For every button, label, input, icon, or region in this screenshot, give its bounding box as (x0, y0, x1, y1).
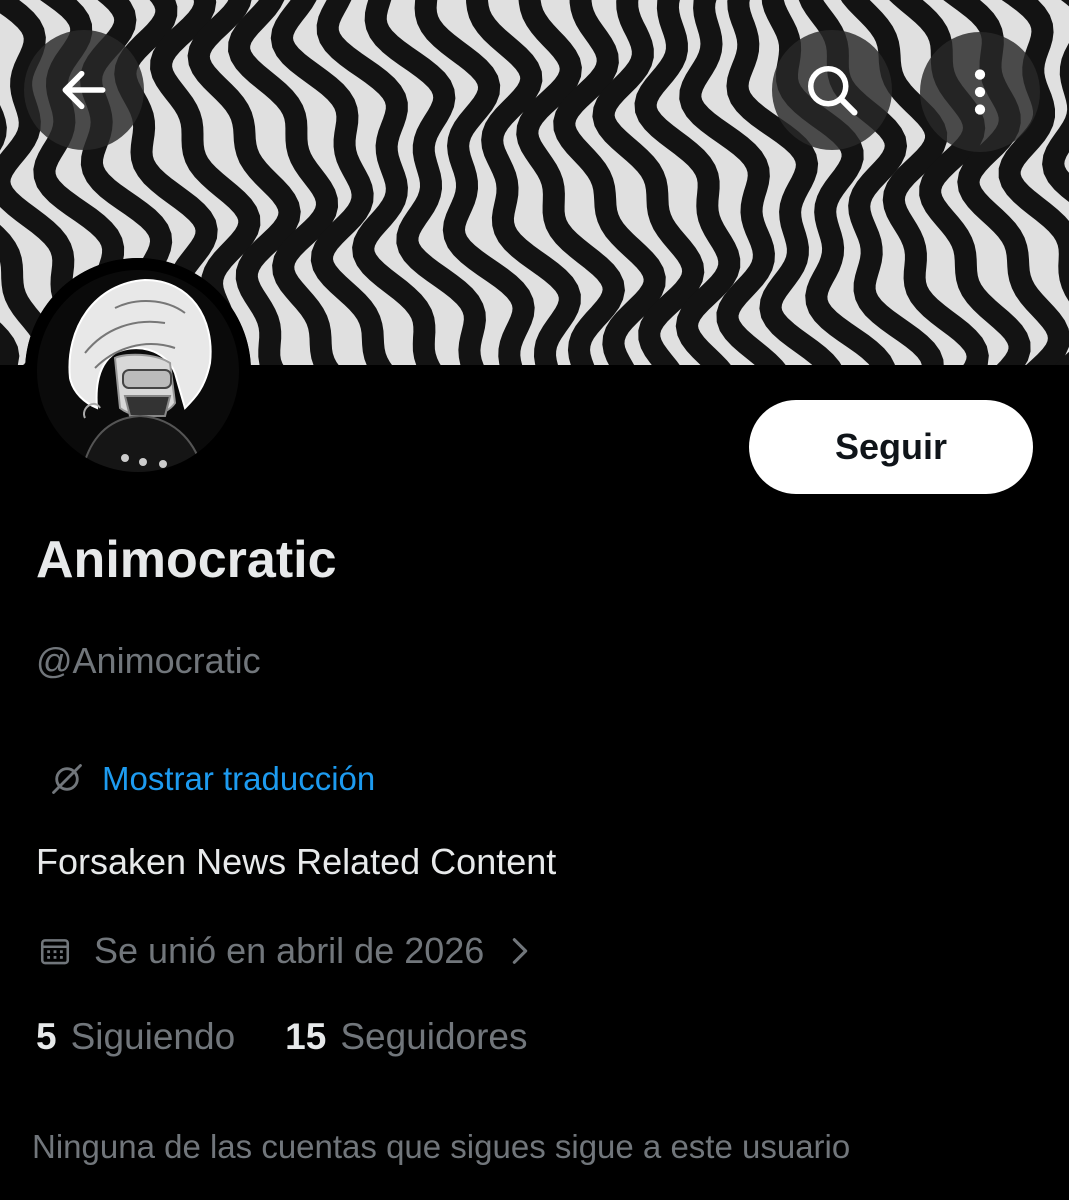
follow-stats: 5 Siguiendo 15 Seguidores (36, 1016, 528, 1058)
following-label: Siguiendo (70, 1016, 236, 1057)
search-icon (808, 66, 858, 116)
followers-stat[interactable]: 15 Seguidores (285, 1016, 527, 1058)
profile-bio: Forsaken News Related Content (36, 841, 557, 882)
mutual-followers-note: Ninguna de las cuentas que sigues sigue … (32, 1128, 851, 1165)
more-options-button[interactable] (920, 32, 1040, 152)
avatar[interactable] (25, 258, 251, 484)
back-button[interactable] (24, 30, 144, 150)
translate-icon (52, 764, 82, 794)
follow-button[interactable]: Seguir (749, 400, 1033, 494)
followers-label: Seguidores (340, 1016, 528, 1057)
followers-count: 15 (285, 1016, 327, 1057)
avatar-image (25, 258, 251, 484)
display-name: Animocratic (36, 531, 337, 589)
calendar-icon (40, 939, 70, 965)
following-count: 5 (36, 1016, 57, 1057)
user-handle: @Animocratic (36, 640, 261, 681)
chevron-right-icon (513, 938, 528, 964)
arrow-left-icon (62, 70, 106, 110)
more-vertical-icon (974, 69, 986, 115)
profile-page: Seguir Animocratic @Animocratic Mostrar … (0, 0, 1069, 1200)
show-translation-link[interactable]: Mostrar traducción (48, 760, 375, 798)
following-stat[interactable]: 5 Siguiendo (36, 1016, 235, 1058)
show-translation-label: Mostrar traducción (102, 760, 376, 797)
search-button[interactable] (772, 30, 892, 150)
joined-date-row[interactable]: Se unió en abril de 2026 (38, 930, 534, 972)
joined-date-label: Se unió en abril de 2026 (94, 930, 485, 971)
